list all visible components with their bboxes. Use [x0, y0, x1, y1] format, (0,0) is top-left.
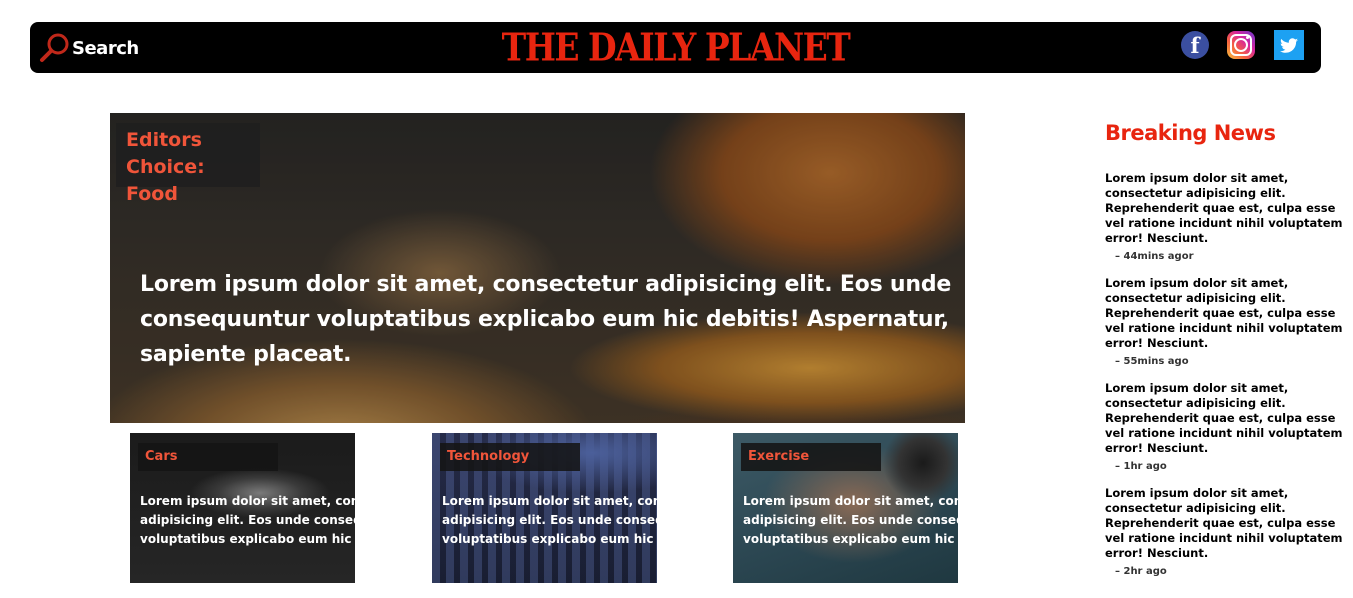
card-category-tag: Cars	[138, 443, 278, 471]
hero-article[interactable]: Editors Choice: Food Lorem ipsum dolor s…	[110, 113, 965, 423]
news-item[interactable]: Lorem ipsum dolor sit amet, consectetur …	[1105, 276, 1345, 367]
top-navbar: Search THE DAILY PLANET f	[30, 22, 1321, 73]
card-excerpt: Lorem ipsum dolor sit amet, consecte adi…	[140, 494, 355, 546]
card-excerpt: Lorem ipsum dolor sit amet, consecte adi…	[442, 494, 657, 546]
news-item[interactable]: Lorem ipsum dolor sit amet, consectetur …	[1105, 381, 1345, 472]
twitter-icon[interactable]	[1274, 30, 1304, 60]
article-card-exercise[interactable]: Exercise Lorem ipsum dolor sit amet, con…	[733, 433, 958, 583]
news-item-text[interactable]: Lorem ipsum dolor sit amet, consectetur …	[1105, 381, 1345, 456]
article-card-technology[interactable]: Technology Lorem ipsum dolor sit amet, c…	[432, 433, 657, 583]
site-logo[interactable]: THE DAILY PLANET	[30, 25, 1321, 70]
news-item-time: – 44mins agor	[1115, 251, 1194, 262]
news-item-text[interactable]: Lorem ipsum dolor sit amet, consectetur …	[1105, 171, 1345, 246]
news-item[interactable]: Lorem ipsum dolor sit amet, consectetur …	[1105, 486, 1345, 577]
hero-category-tag: Editors Choice: Food	[116, 123, 260, 205]
news-item-text[interactable]: Lorem ipsum dolor sit amet, consectetur …	[1105, 276, 1345, 351]
hero-headline[interactable]: Lorem ipsum dolor sit amet, consectetur …	[140, 267, 955, 372]
news-item[interactable]: Lorem ipsum dolor sit amet, consectetur …	[1105, 171, 1345, 262]
card-category-tag: Technology	[440, 443, 580, 471]
breaking-news-heading: Breaking News	[1105, 121, 1276, 145]
news-item-time: – 2hr ago	[1115, 566, 1167, 577]
news-item-time: – 1hr ago	[1115, 461, 1167, 472]
instagram-icon[interactable]	[1227, 31, 1255, 59]
facebook-icon[interactable]: f	[1181, 31, 1209, 59]
article-card-cars[interactable]: Cars Lorem ipsum dolor sit amet, consect…	[130, 433, 355, 583]
card-category-tag: Exercise	[741, 443, 881, 471]
card-excerpt: Lorem ipsum dolor sit amet, consecte adi…	[743, 494, 958, 546]
news-item-time: – 55mins ago	[1115, 356, 1189, 367]
news-item-text[interactable]: Lorem ipsum dolor sit amet, consectetur …	[1105, 486, 1345, 561]
